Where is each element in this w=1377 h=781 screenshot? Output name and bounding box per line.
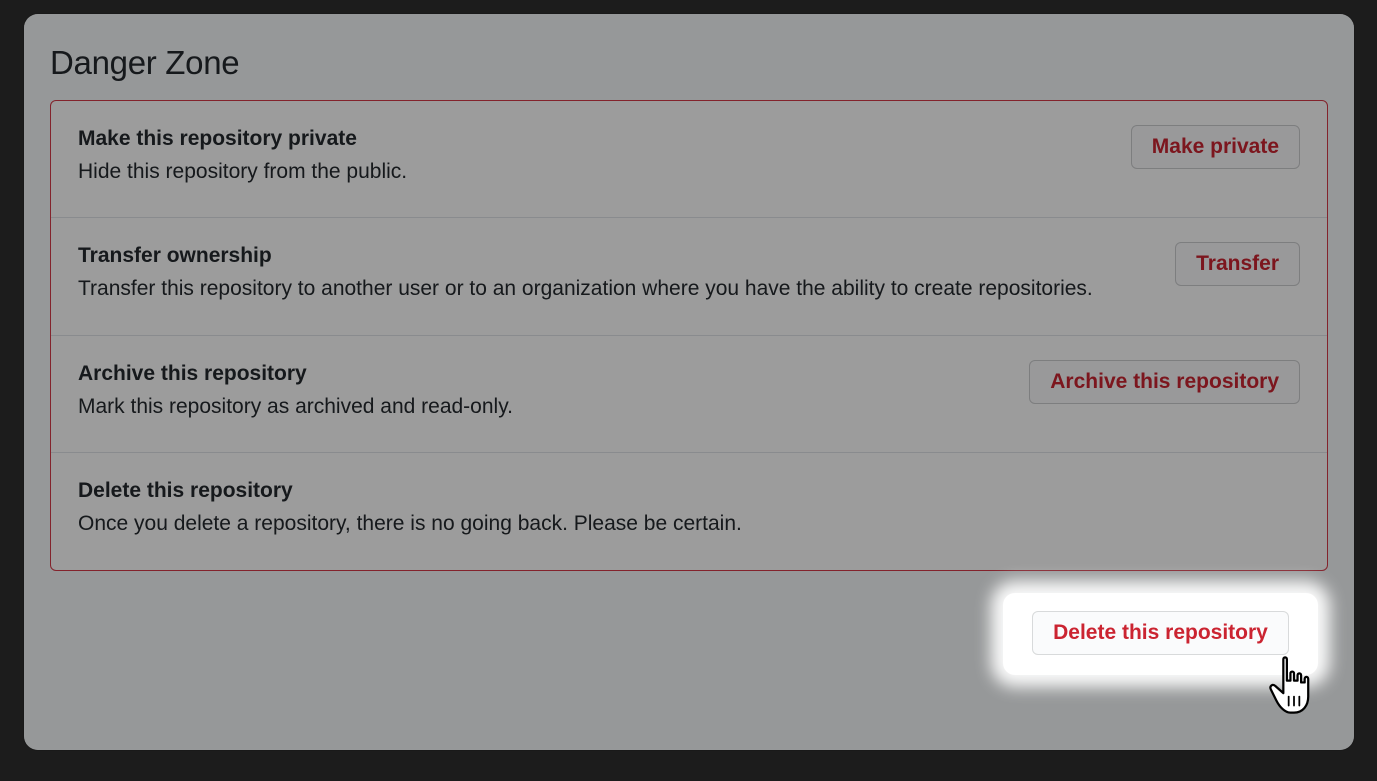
- transfer-ownership-desc: Transfer this repository to another user…: [78, 274, 1151, 304]
- archive-repository-title: Archive this repository: [78, 362, 1005, 386]
- highlight-spotlight: Delete this repository: [1003, 593, 1318, 675]
- delete-repository-title: Delete this repository: [78, 479, 1019, 503]
- row-text: Transfer ownership Transfer this reposit…: [78, 244, 1175, 304]
- danger-zone-section: Danger Zone Make this repository private…: [24, 14, 1354, 601]
- settings-panel: Danger Zone Make this repository private…: [24, 14, 1354, 750]
- make-private-row: Make this repository private Hide this r…: [51, 101, 1327, 218]
- make-private-title: Make this repository private: [78, 127, 1107, 151]
- archive-repository-button[interactable]: Archive this repository: [1029, 360, 1300, 404]
- make-private-desc: Hide this repository from the public.: [78, 157, 1107, 187]
- row-text: Archive this repository Mark this reposi…: [78, 362, 1029, 422]
- transfer-ownership-title: Transfer ownership: [78, 244, 1151, 268]
- transfer-ownership-row: Transfer ownership Transfer this reposit…: [51, 218, 1327, 335]
- archive-repository-row: Archive this repository Mark this reposi…: [51, 336, 1327, 453]
- delete-repository-row: Delete this repository Once you delete a…: [51, 453, 1327, 569]
- row-text: Delete this repository Once you delete a…: [78, 479, 1043, 539]
- danger-zone-title: Danger Zone: [50, 44, 1328, 82]
- archive-repository-desc: Mark this repository as archived and rea…: [78, 392, 1005, 422]
- delete-repository-desc: Once you delete a repository, there is n…: [78, 509, 1019, 539]
- make-private-button[interactable]: Make private: [1131, 125, 1300, 169]
- delete-repository-button[interactable]: Delete this repository: [1032, 611, 1289, 655]
- transfer-button[interactable]: Transfer: [1175, 242, 1300, 286]
- danger-zone-box: Make this repository private Hide this r…: [50, 100, 1328, 571]
- row-text: Make this repository private Hide this r…: [78, 127, 1131, 187]
